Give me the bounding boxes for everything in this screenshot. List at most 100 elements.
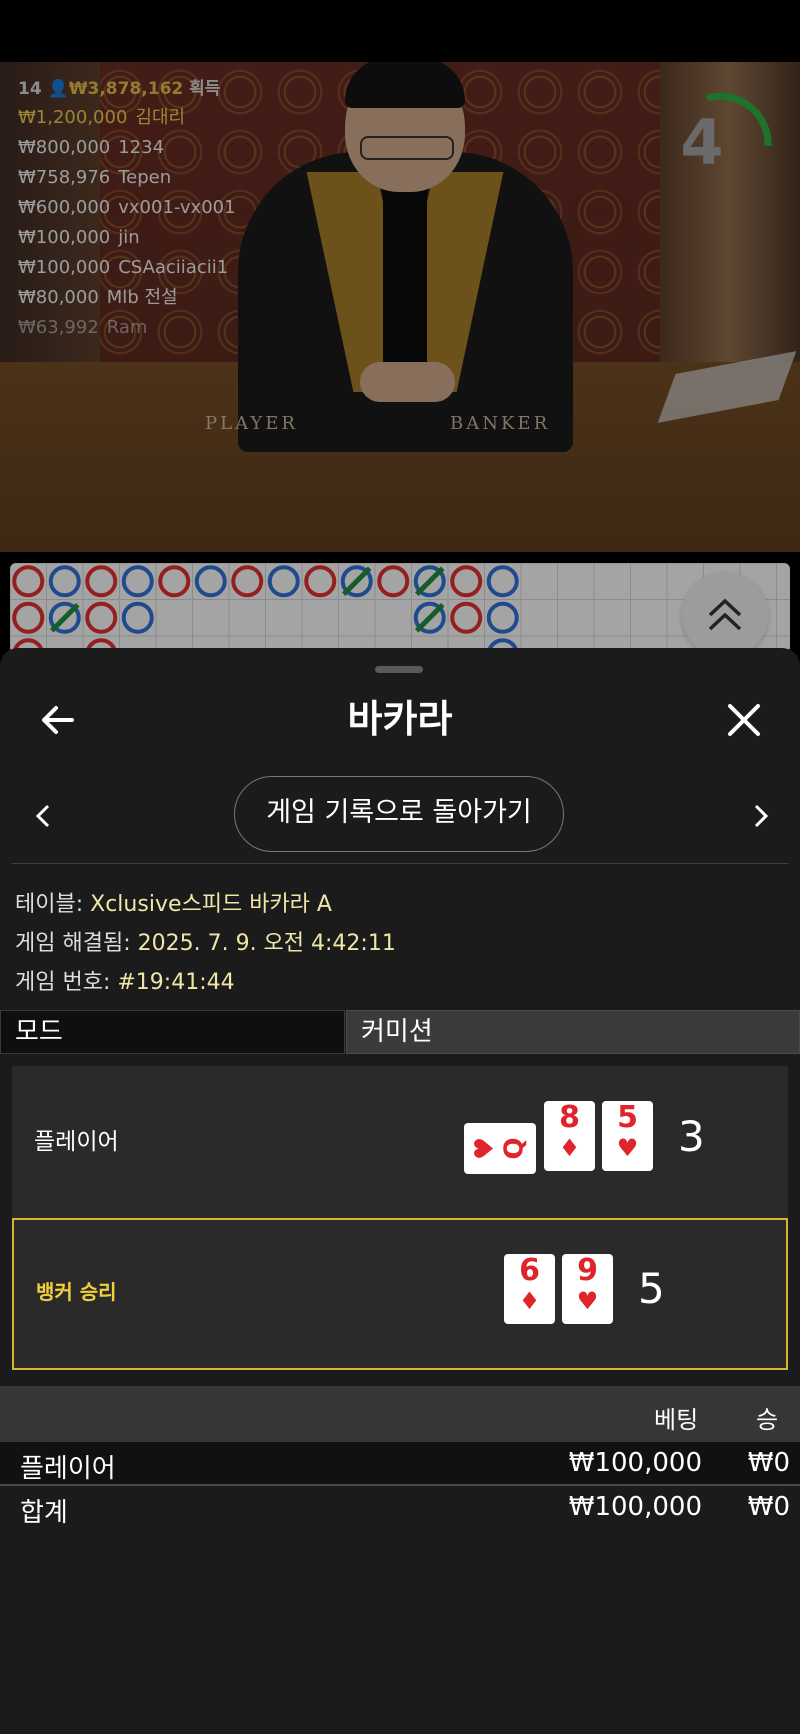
tabs: 모드 커미션 [0, 1010, 800, 1054]
prev-game-button[interactable] [30, 798, 58, 834]
countdown-timer: 4 [672, 88, 772, 188]
divider [12, 863, 788, 864]
person-icon: 👤 [47, 79, 69, 99]
leaderboard-row: ₩600,000 vx001-vx001 [18, 193, 278, 223]
bets-header: 베팅 승 [0, 1386, 800, 1442]
dealer-glasses [360, 136, 454, 160]
banker-result: 뱅커 승리 6 ♦ 9 ♥ 5 [12, 1218, 788, 1370]
game-number-info: 게임 번호: #19:41:44 [15, 964, 235, 996]
players-count: 14 [18, 79, 42, 99]
player-bead [267, 565, 300, 598]
card-suit: ♦ [518, 1287, 541, 1315]
column-win: 승 [756, 1406, 779, 1434]
resolved-value: 2025. 7. 9. 오전 4:42:11 [137, 931, 396, 956]
row-amount: ₩758,976 [18, 167, 111, 188]
leaderboard-row: ₩63,992 Ram [18, 313, 278, 343]
chevron-left-icon [35, 804, 50, 828]
row-amount: ₩63,992 [18, 317, 99, 338]
banker-bead [450, 565, 483, 598]
player-bead [121, 601, 154, 634]
total-bet: ₩100,000 [568, 1492, 702, 1522]
tab-commission[interactable]: 커미션 [346, 1010, 800, 1054]
banker-bead [304, 565, 337, 598]
close-button[interactable] [724, 700, 764, 740]
win-amount: ₩0 [747, 1448, 790, 1478]
table-label: 테이블: [15, 892, 84, 917]
row-name: vx001-vx001 [118, 197, 236, 218]
card-rank: 5 [617, 1100, 638, 1135]
bead-road-grid [10, 563, 790, 653]
row-name: 김대리 [135, 107, 186, 128]
row-name: Mlb 전설 [106, 287, 178, 308]
row-name: CSAaciiacii1 [118, 257, 229, 278]
bead-road [10, 563, 790, 653]
card-rank: 6 [519, 1253, 540, 1288]
leaderboard-summary: 14 👤₩3,878,162 획득 [18, 74, 278, 99]
row-amount: ₩1,200,000 [18, 107, 128, 128]
banker-bead [158, 565, 191, 598]
playing-card: ♥Q [464, 1123, 536, 1174]
banker-bead [12, 601, 45, 634]
player-bead [486, 565, 519, 598]
game-history-sheet: 바카라 게임 기록으로 돌아가기 테이블: Xclusive스피드 바카라 A … [0, 648, 800, 1734]
playing-card: 9 ♥ [562, 1254, 613, 1324]
dealer-shirt [383, 162, 427, 392]
leaderboard-row: ₩80,000 Mlb 전설 [18, 283, 278, 313]
table-row: 합계 ₩100,000 ₩0 [0, 1486, 800, 1528]
next-game-button[interactable] [746, 798, 774, 834]
row-name: jin [118, 227, 140, 248]
game-number-value: #19:41:44 [117, 970, 235, 995]
chevron-right-icon [754, 804, 769, 828]
player-result: 플레이어 ♥Q 8 ♦ 5 ♥ 3 [12, 1066, 788, 1218]
leaderboard-row: ₩100,000 jin [18, 223, 278, 253]
playing-card: 6 ♦ [504, 1254, 555, 1324]
card-suit: ♥ [576, 1287, 599, 1315]
row-amount: ₩100,000 [18, 257, 111, 278]
card-suit: ♦ [558, 1134, 581, 1162]
drag-handle[interactable] [375, 666, 423, 673]
total-name: 합계 [20, 1498, 68, 1528]
column-bet: 베팅 [654, 1406, 699, 1434]
player-bead [121, 565, 154, 598]
banker-score: 5 [638, 1264, 665, 1313]
leaderboard-row: ₩100,000 CSAaciiacii1 [18, 253, 278, 283]
table-row: 플레이어 ₩100,000 ₩0 [0, 1442, 800, 1486]
player-score: 3 [678, 1112, 705, 1161]
status-bar [0, 0, 800, 62]
player-bead [486, 601, 519, 634]
expand-up-button[interactable] [682, 572, 768, 658]
game-number-label: 게임 번호: [15, 970, 111, 995]
row-name: 1234 [118, 137, 165, 158]
table-label-player: PLAYER [205, 413, 298, 434]
player-bead [194, 565, 227, 598]
countdown-number: 4 [680, 106, 724, 179]
total-suffix: 획득 [189, 79, 221, 99]
page-title: 바카라 [347, 697, 453, 741]
table-value: Xclusive스피드 바카라 A [90, 892, 332, 917]
tab-mode[interactable]: 모드 [0, 1010, 345, 1054]
card-rank: 8 [559, 1100, 580, 1135]
bet-amount: ₩100,000 [568, 1448, 702, 1478]
leaderboard-row: ₩1,200,000 김대리 [18, 103, 278, 133]
dealer-hands [360, 362, 455, 402]
leaderboard-row: ₩800,000 1234 [18, 133, 278, 163]
total-won: ₩3,878,162 [68, 79, 184, 99]
row-amount: ₩800,000 [18, 137, 111, 158]
bet-name: 플레이어 [20, 1454, 116, 1484]
banker-bead [377, 565, 410, 598]
back-to-history-button[interactable]: 게임 기록으로 돌아가기 [234, 776, 564, 852]
banker-bead [12, 565, 45, 598]
banker-bead [85, 601, 118, 634]
leaderboard-row: ₩758,976 Tepen [18, 163, 278, 193]
total-win: ₩0 [747, 1492, 790, 1522]
player-bead [48, 565, 81, 598]
banker-bead [231, 565, 264, 598]
row-name: Ram [106, 317, 148, 338]
row-amount: ₩600,000 [18, 197, 111, 218]
playing-card: 5 ♥ [602, 1101, 653, 1171]
close-icon [728, 704, 760, 736]
banker-bead [450, 601, 483, 634]
resolved-info: 게임 해결됨: 2025. 7. 9. 오전 4:42:11 [15, 925, 396, 957]
card-suit: ♥ [616, 1134, 639, 1162]
card-rank: Q [499, 1137, 530, 1160]
